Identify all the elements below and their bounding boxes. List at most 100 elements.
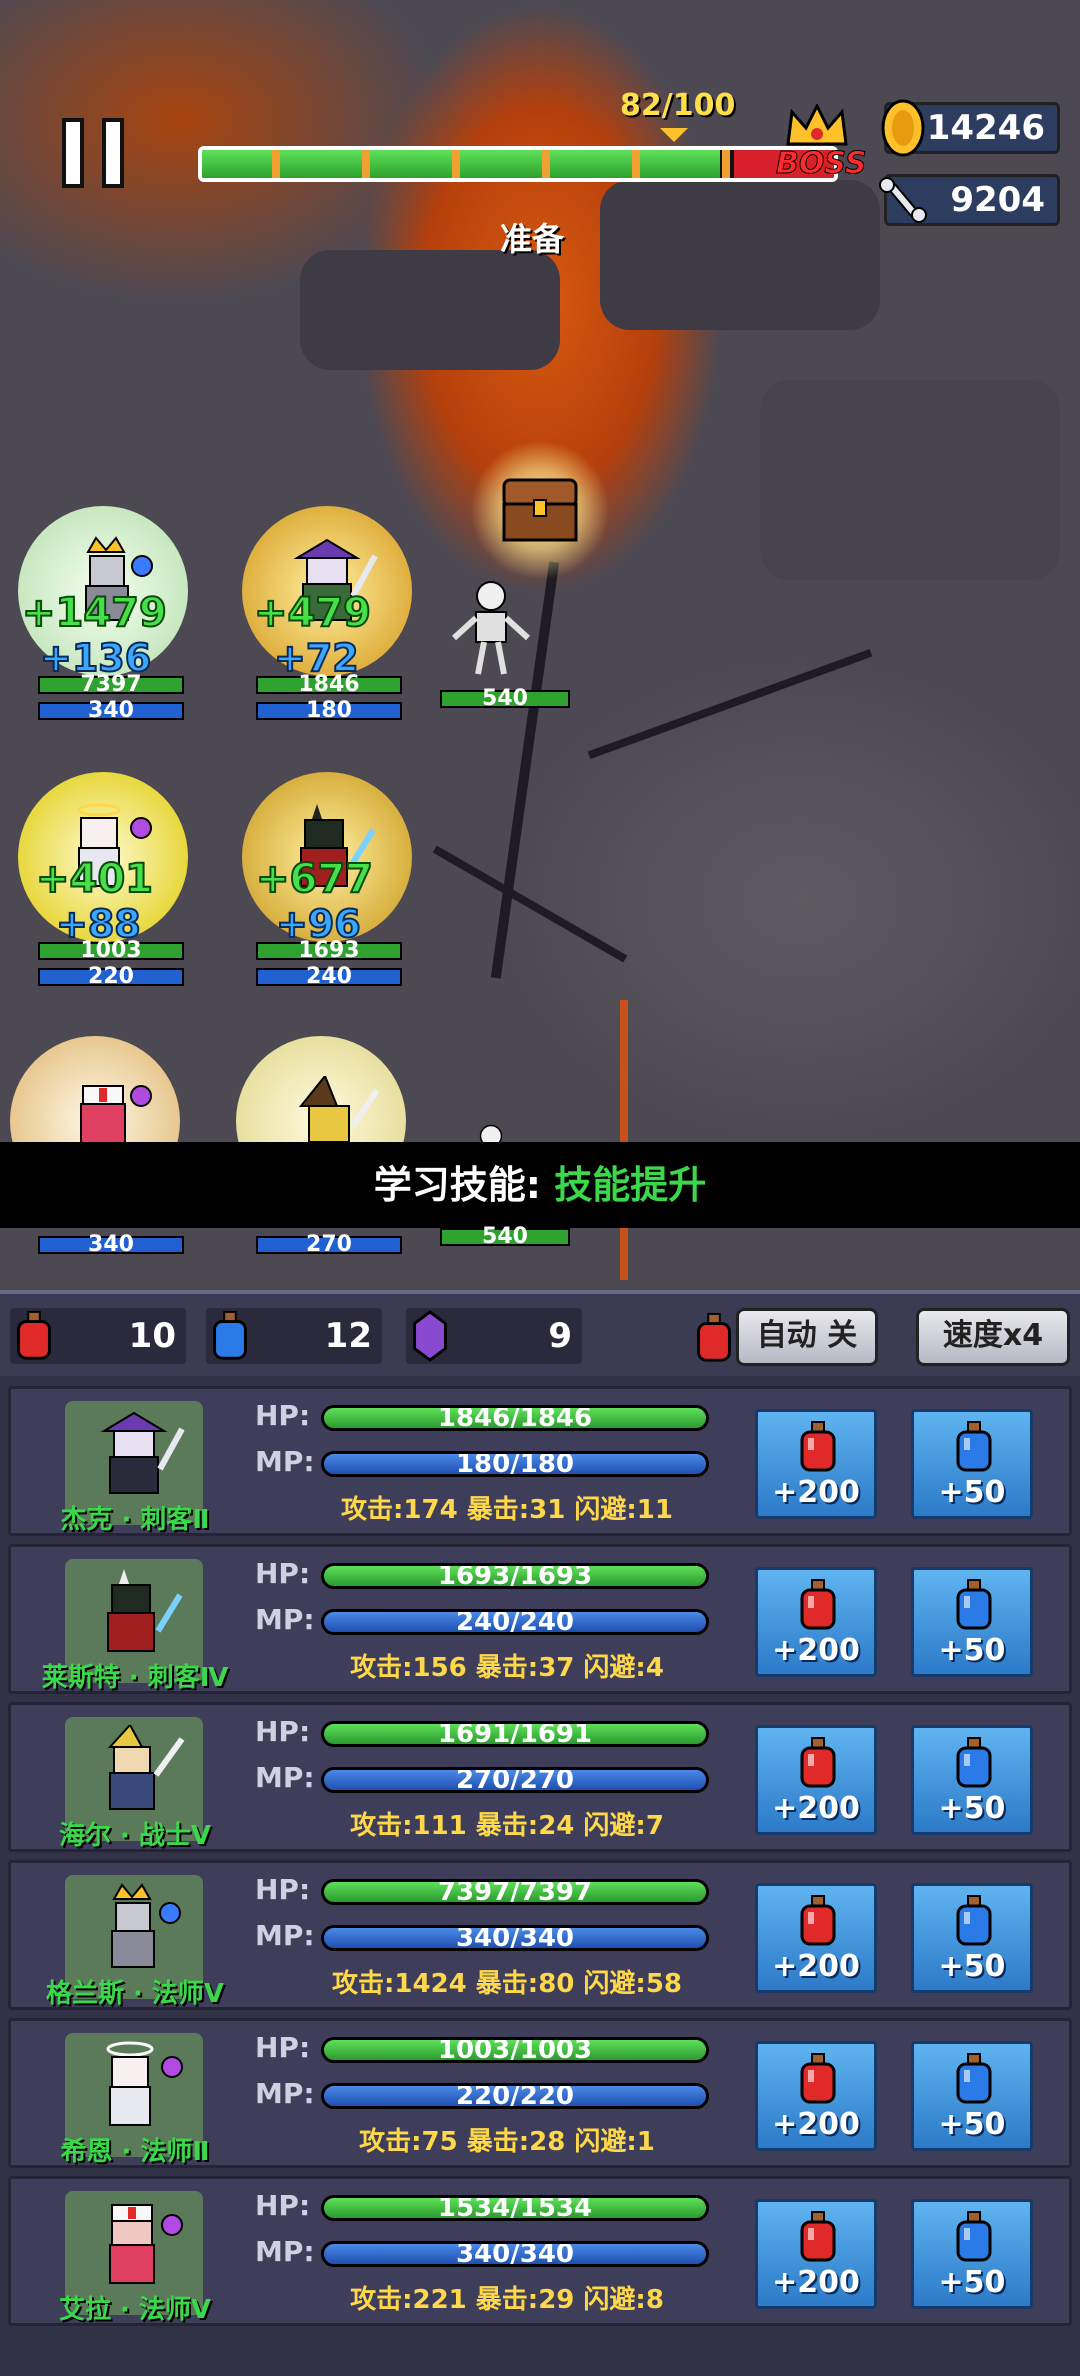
red-potion-count: 10 (128, 1316, 176, 1356)
red-potion-icon (17, 1310, 51, 1360)
mp-label: MP: (255, 1603, 315, 1636)
bone-counter: 9204 (879, 174, 1060, 226)
hp-bar: 1693/1693 (321, 1563, 709, 1589)
hp-label: HP: (255, 1715, 311, 1748)
blue-potion-count: 12 (324, 1316, 372, 1356)
hero-name: 希恩 · 法师Ⅱ (60, 2137, 210, 2167)
use-mp-potion-button[interactable]: +50 (911, 1725, 1033, 1835)
hero-card[interactable]: 艾拉 · 法师Ⅴ HP: 1534/1534 MP: 340/340 攻击:221 暴击:… (8, 2176, 1072, 2326)
use-hp-potion-button[interactable]: +200 (755, 1567, 877, 1677)
hp-label: HP: (255, 1873, 311, 1906)
chest-icon (502, 478, 578, 542)
mp-bar: 340/340 (321, 2241, 709, 2267)
use-hp-potion-button[interactable]: +200 (755, 1883, 877, 1993)
use-mp-potion-button[interactable]: +50 (911, 1883, 1033, 1993)
hero-card[interactable]: 格兰斯 · 法师Ⅴ HP: 7397/7397 MP: 340/340 攻击:1424 暴… (8, 1860, 1072, 2010)
skeleton-enemy-icon[interactable] (446, 578, 536, 678)
gem-slot[interactable]: 9 (406, 1308, 582, 1364)
battle-scene: 82/100 BOSS 准备 14246 9204 +1479 +136 739… (0, 0, 1080, 1290)
mp-bar: 220/220 (321, 2083, 709, 2109)
hp-potion-amount: +200 (772, 2107, 860, 2142)
use-hp-potion-button[interactable]: +200 (755, 1409, 877, 1519)
hero-stats: 攻击:111 暴击:24 闪避:7 (350, 1811, 664, 1841)
hero-card[interactable]: 莱斯特 · 刺客Ⅳ HP: 1693/1693 MP: 240/240 攻击:156 暴击… (8, 1544, 1072, 1694)
heal-popup: +1479 (21, 589, 168, 637)
hp-potion-amount: +200 (772, 1949, 860, 1984)
mp-potion-amount: +50 (938, 1475, 1006, 1510)
hero-card[interactable]: 海尔 · 战士Ⅴ HP: 1691/1691 MP: 270/270 攻击:111 暴击:… (8, 1702, 1072, 1852)
treasure-chest[interactable] (470, 440, 610, 580)
banner-skill: 技能提升 (554, 1163, 707, 1207)
party-list: 杰克 · 刺客Ⅱ HP: 1846/1846 MP: 180/180 攻击:174 暴击:… (0, 1376, 1080, 2376)
mp-potion-amount: +50 (938, 2107, 1006, 2142)
use-mp-potion-button[interactable]: +50 (911, 2041, 1033, 2151)
hp-label: HP: (255, 2189, 311, 2222)
heal-popup: +401 (35, 855, 154, 903)
hero-mp-mini: 240 (256, 966, 402, 988)
boss-crown-icon (786, 104, 848, 146)
use-mp-potion-button[interactable]: +50 (911, 1567, 1033, 1677)
gold-counter: 14246 (881, 99, 1060, 157)
mp-bar: 180/180 (321, 1451, 709, 1477)
hp-bar: 1846/1846 (321, 1405, 709, 1431)
inventory-bar: 10 12 9 自动 关 速度x4 (0, 1290, 1080, 1380)
hero-mp-mini: 340 (38, 700, 184, 722)
use-mp-potion-button[interactable]: +50 (911, 2199, 1033, 2309)
hero-stats: 攻击:221 暴击:29 闪避:8 (350, 2285, 664, 2315)
hp-bar: 1534/1534 (321, 2195, 709, 2221)
stage-status: 准备 (500, 220, 565, 258)
pause-button[interactable] (62, 118, 128, 188)
gold-amount: 14246 (926, 108, 1045, 148)
hp-bar: 7397/7397 (321, 1879, 709, 1905)
hero-hp-mini: 7397 (38, 674, 184, 696)
mp-label: MP: (255, 2077, 315, 2110)
hero-mp-mini: 180 (256, 700, 402, 722)
hero-stats: 攻击:174 暴击:31 闪避:11 (341, 1495, 673, 1525)
bone-amount: 9204 (950, 180, 1045, 220)
hp-potion-amount: +200 (772, 1633, 860, 1668)
mp-label: MP: (255, 1919, 315, 1952)
use-hp-potion-button[interactable]: +200 (755, 2041, 877, 2151)
gold-coin-icon (881, 99, 925, 157)
enemy-hp-mini: 540 (440, 1226, 570, 1248)
mp-potion-amount: +50 (938, 1791, 1006, 1826)
use-hp-potion-button[interactable]: +200 (755, 2199, 877, 2309)
hero-sprite-icon (109, 2204, 183, 2284)
auto-potion-icon (697, 1312, 731, 1362)
hero-card[interactable]: 杰克 · 刺客Ⅱ HP: 1846/1846 MP: 180/180 攻击:174 暴击:… (8, 1386, 1072, 1536)
blue-potion-slot[interactable]: 12 (206, 1308, 382, 1364)
gem-count: 9 (548, 1316, 572, 1356)
progress-marker-icon (660, 128, 688, 142)
heal-popup: +677 (255, 855, 374, 903)
hero-name: 海尔 · 战士Ⅴ (58, 1821, 212, 1851)
hero-card[interactable]: 希恩 · 法师Ⅱ HP: 1003/1003 MP: 220/220 攻击:75 暴击:2… (8, 2018, 1072, 2168)
hero-hp-mini: 1693 (256, 940, 402, 962)
hero-sprite-icon (100, 1411, 185, 1494)
mp-label: MP: (255, 2235, 315, 2268)
wave-progress-text: 82/100 (620, 88, 736, 123)
red-potion-slot[interactable]: 10 (10, 1308, 186, 1364)
mp-bar: 240/240 (321, 1609, 709, 1635)
hp-bar: 1691/1691 (321, 1721, 709, 1747)
mp-label: MP: (255, 1761, 315, 1794)
skill-learned-banner: 学习技能: 技能提升 (0, 1142, 1080, 1228)
hero-sprite-icon (111, 1883, 181, 1968)
hero-stats: 攻击:156 暴击:37 闪避:4 (350, 1653, 664, 1683)
mp-bar: 270/270 (321, 1767, 709, 1793)
heal-popup: +479 (253, 589, 372, 637)
auto-toggle-button[interactable]: 自动 关 (736, 1308, 878, 1366)
hero-mp-mini: 340 (38, 1234, 184, 1256)
banner-prefix: 学习技能: (373, 1163, 555, 1207)
use-hp-potion-button[interactable]: +200 (755, 1725, 877, 1835)
speed-button[interactable]: 速度x4 (916, 1308, 1070, 1366)
hero-stats: 攻击:75 暴击:28 闪避:1 (359, 2127, 655, 2157)
hp-bar: 1003/1003 (321, 2037, 709, 2063)
mp-potion-amount: +50 (938, 1949, 1006, 1984)
use-mp-potion-button[interactable]: +50 (911, 1409, 1033, 1519)
hero-name: 艾拉 · 法师Ⅴ (58, 2295, 212, 2325)
hero-name: 格兰斯 · 法师Ⅴ (45, 1979, 225, 2009)
hp-label: HP: (255, 2031, 311, 2064)
mp-potion-amount: +50 (938, 1633, 1006, 1668)
hero-sprite-icon (107, 1725, 185, 1810)
hero-name: 莱斯特 · 刺客Ⅳ (41, 1663, 229, 1693)
